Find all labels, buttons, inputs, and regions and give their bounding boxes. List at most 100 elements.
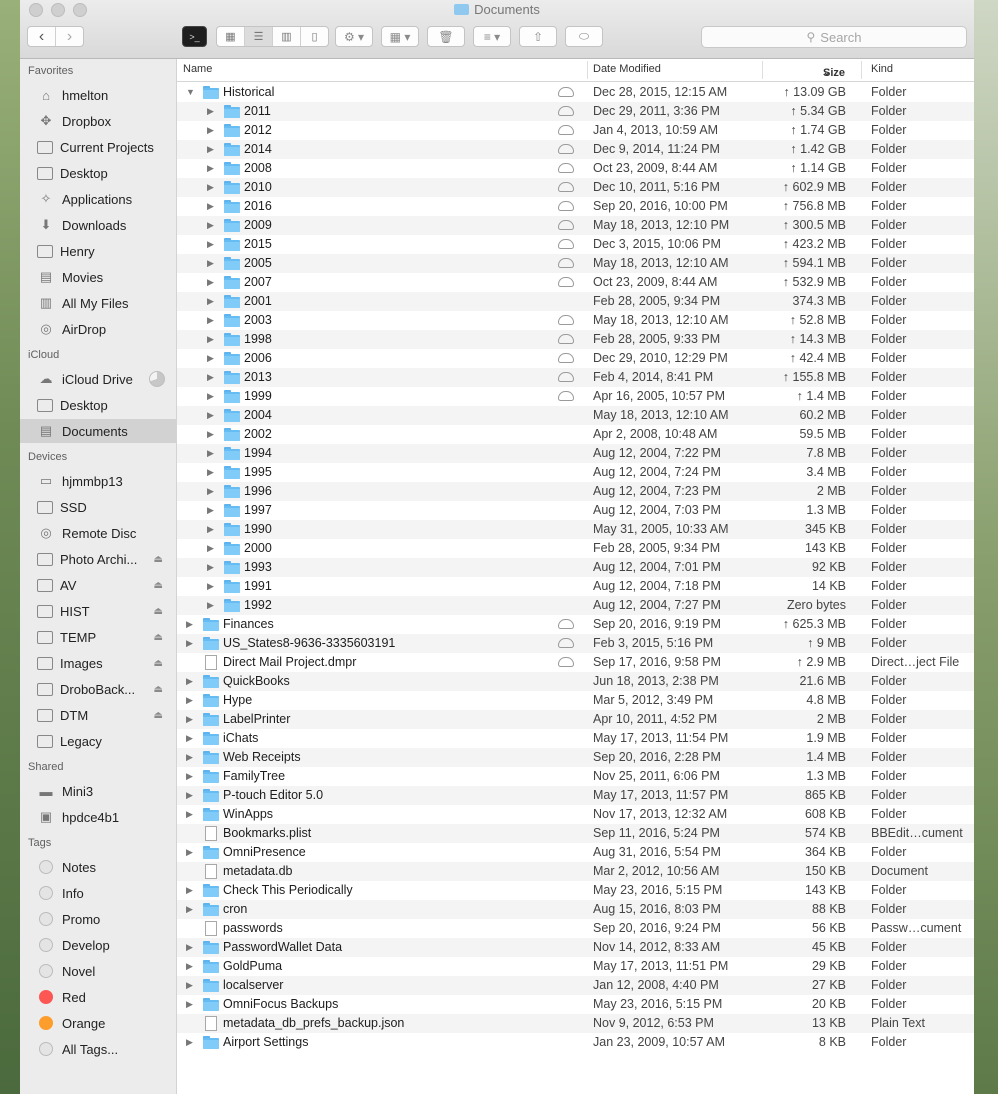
file-row[interactable]: ▶ 2006 Dec 29, 2010, 12:29 PM ↑ 42.4 MB Fold… [177,349,974,368]
disclosure-closed-icon[interactable]: ▶ [186,638,193,649]
file-row[interactable]: ▶ 1991 Aug 12, 2004, 7:18 PM 14 KB Folder [177,577,974,596]
eject-icon[interactable]: ⏏ [154,554,163,565]
file-row[interactable]: ▶ 2010 Dec 10, 2011, 5:16 PM ↑ 602.9 MB Fold… [177,178,974,197]
file-row[interactable]: ▶ 2011 Dec 29, 2011, 3:36 PM ↑ 5.34 GB Folde… [177,102,974,121]
sidebar-item-icloud-drive[interactable]: ☁ iCloud Drive [20,367,176,391]
file-row[interactable]: ▶ 1997 Aug 12, 2004, 7:03 PM 1.3 MB Folder [177,501,974,520]
sidebar-item-images[interactable]: Images ⏏ [20,651,176,675]
file-row[interactable]: Bookmarks.plist Sep 11, 2016, 5:24 PM 574 … [177,824,974,843]
disclosure-closed-icon[interactable]: ▶ [207,144,214,155]
file-row[interactable]: ▶ Check This Periodically May 23, 2016, 5:… [177,881,974,900]
file-row[interactable]: ▶ 2016 Sep 20, 2016, 10:00 PM ↑ 756.8 MB Fol… [177,197,974,216]
file-row[interactable]: ▶ 1995 Aug 12, 2004, 7:24 PM 3.4 MB Folder [177,463,974,482]
column-kind[interactable]: Kind [871,63,893,75]
eject-icon[interactable]: ⏏ [154,580,163,591]
file-row[interactable]: ▶ OmniPresence Aug 31, 2016, 5:54 PM 364 KB… [177,843,974,862]
sidebar-item-info[interactable]: Info [20,881,176,905]
disclosure-closed-icon[interactable]: ▶ [186,942,193,953]
file-row[interactable]: ▶ cron Aug 15, 2016, 8:03 PM 88 KB Folder [177,900,974,919]
disclosure-closed-icon[interactable]: ▶ [186,619,193,630]
disclosure-closed-icon[interactable]: ▶ [186,771,193,782]
disclosure-closed-icon[interactable]: ▶ [186,847,193,858]
disclosure-closed-icon[interactable]: ▶ [207,334,214,345]
sidebar-item-all-my-files[interactable]: ▥ All My Files [20,291,176,315]
file-row[interactable]: ▶ 1993 Aug 12, 2004, 7:01 PM 92 KB Folder [177,558,974,577]
sidebar-item-hpdce4b1[interactable]: ▣ hpdce4b1 [20,805,176,829]
file-row[interactable]: ▶ 2001 Feb 28, 2005, 9:34 PM 374.3 MB Folder [177,292,974,311]
action-button[interactable]: ⚙ ▾ [335,26,373,47]
file-row[interactable]: ▶ 2002 Apr 2, 2008, 10:48 AM 59.5 MB Folder [177,425,974,444]
sidebar-item-hmelton[interactable]: ⌂ hmelton [20,83,176,107]
file-row[interactable]: ▶ LabelPrinter Apr 10, 2011, 4:52 PM 2 MB Fo… [177,710,974,729]
disclosure-closed-icon[interactable]: ▶ [186,752,193,763]
sidebar-item-desktop[interactable]: Desktop [20,161,176,185]
sidebar-item-red[interactable]: Red [20,985,176,1009]
file-row[interactable]: ▶ 1999 Apr 16, 2005, 10:57 PM ↑ 1.4 MB Folde… [177,387,974,406]
disclosure-closed-icon[interactable]: ▶ [207,372,214,383]
file-row[interactable]: ▶ US_States8-9636-3335603191 Feb 3, 2015, … [177,634,974,653]
eject-icon[interactable]: ⏏ [154,684,163,695]
disclosure-closed-icon[interactable]: ▶ [186,790,193,801]
file-row[interactable]: ▶ WinApps Nov 17, 2013, 12:32 AM 608 KB Fold… [177,805,974,824]
sidebar-item-movies[interactable]: ▤ Movies [20,265,176,289]
disclosure-closed-icon[interactable]: ▶ [207,524,214,535]
disclosure-closed-icon[interactable]: ▶ [207,448,214,459]
disclosure-closed-icon[interactable]: ▶ [186,885,193,896]
disclosure-closed-icon[interactable]: ▶ [207,106,214,117]
disclosure-closed-icon[interactable]: ▶ [207,410,214,421]
eject-icon[interactable]: ⏏ [154,632,163,643]
sidebar-item-droboback[interactable]: DroboBack... ⏏ [20,677,176,701]
sidebar-item-henry[interactable]: Henry [20,239,176,263]
sidebar-item-desktop[interactable]: Desktop [20,393,176,417]
disclosure-closed-icon[interactable]: ▶ [207,315,214,326]
column-view-button[interactable]: ▥ [273,27,301,46]
delete-button[interactable]: 🗑 [427,26,465,47]
search-field[interactable]: ⚲ Search [701,26,967,48]
file-row[interactable]: Direct Mail Project.dmpr Sep 17, 2016, 9:… [177,653,974,672]
file-row[interactable]: ▶ 2013 Feb 4, 2014, 8:41 PM ↑ 155.8 MB Folde… [177,368,974,387]
sidebar-item-temp[interactable]: TEMP ⏏ [20,625,176,649]
back-button[interactable]: ‹ [28,27,56,46]
disclosure-closed-icon[interactable]: ▶ [207,353,214,364]
sidebar-item-airdrop[interactable]: ◎ AirDrop [20,317,176,341]
disclosure-closed-icon[interactable]: ▶ [186,904,193,915]
file-row[interactable]: metadata_db_prefs_backup.json Nov 9, 2012… [177,1014,974,1033]
file-row[interactable]: ▶ 1998 Feb 28, 2005, 9:33 PM ↑ 14.3 MB Folde… [177,330,974,349]
disclosure-closed-icon[interactable]: ▶ [207,239,214,250]
file-row[interactable]: ▶ 2007 Oct 23, 2009, 8:44 AM ↑ 532.9 MB Fold… [177,273,974,292]
sidebar-item-mini3[interactable]: ▬ Mini3 [20,779,176,803]
sidebar-item-ssd[interactable]: SSD [20,495,176,519]
eject-icon[interactable]: ⏏ [154,710,163,721]
share-button[interactable]: ⇧ [519,26,557,47]
file-row[interactable]: ▶ GoldPuma May 17, 2013, 11:51 PM 29 KB Fold… [177,957,974,976]
disclosure-closed-icon[interactable]: ▶ [207,562,214,573]
file-row[interactable]: ▶ 1990 May 31, 2005, 10:33 AM 345 KB Folder [177,520,974,539]
sidebar-item-hjmmbp13[interactable]: ▭ hjmmbp13 [20,469,176,493]
sidebar-item-documents[interactable]: ▤ Documents [20,419,176,443]
forward-button[interactable]: › [56,27,83,46]
eject-icon[interactable]: ⏏ [154,606,163,617]
terminal-button[interactable]: >_ [182,26,207,47]
file-row[interactable]: ▶ 2015 Dec 3, 2015, 10:06 PM ↑ 423.2 MB Fold… [177,235,974,254]
disclosure-closed-icon[interactable]: ▶ [186,999,193,1010]
disclosure-closed-icon[interactable]: ▶ [186,809,193,820]
sidebar-item-hist[interactable]: HIST ⏏ [20,599,176,623]
file-row[interactable]: ▼ Historical Dec 28, 2015, 12:15 AM ↑ 13.09… [177,83,974,102]
disclosure-closed-icon[interactable]: ▶ [207,600,214,611]
sidebar-item-novel[interactable]: Novel [20,959,176,983]
file-row[interactable]: ▶ 2000 Feb 28, 2005, 9:34 PM 143 KB Folder [177,539,974,558]
icon-view-button[interactable]: ▦ [217,27,245,46]
disclosure-closed-icon[interactable]: ▶ [207,182,214,193]
disclosure-closed-icon[interactable]: ▶ [207,201,214,212]
file-row[interactable]: ▶ 2014 Dec 9, 2014, 11:24 PM ↑ 1.42 GB Folde… [177,140,974,159]
file-row[interactable]: ▶ 1994 Aug 12, 2004, 7:22 PM 7.8 MB Folder [177,444,974,463]
file-row[interactable]: ▶ Hype Mar 5, 2012, 3:49 PM 4.8 MB Folder [177,691,974,710]
sidebar-item-orange[interactable]: Orange [20,1011,176,1035]
sidebar-item-develop[interactable]: Develop [20,933,176,957]
disclosure-closed-icon[interactable]: ▶ [207,125,214,136]
disclosure-closed-icon[interactable]: ▶ [207,467,214,478]
disclosure-closed-icon[interactable]: ▶ [207,220,214,231]
column-name[interactable]: Name [183,63,212,75]
disclosure-closed-icon[interactable]: ▶ [207,581,214,592]
disclosure-closed-icon[interactable]: ▶ [207,486,214,497]
